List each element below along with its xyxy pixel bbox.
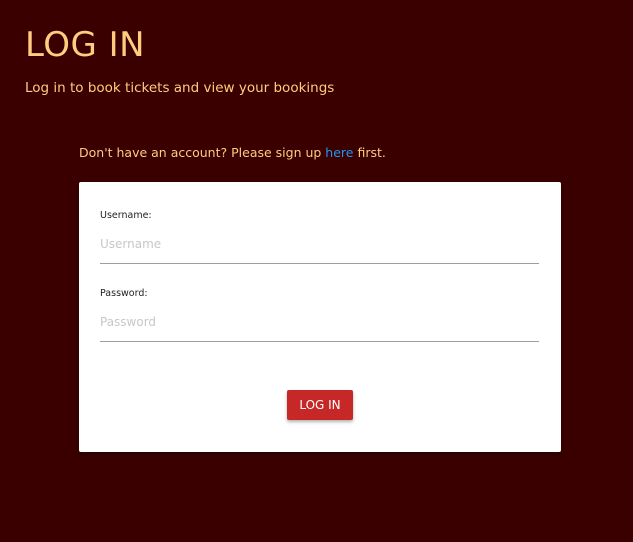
username-input[interactable] <box>100 224 539 264</box>
password-label: Password: <box>100 288 148 299</box>
signup-note: Don't have an account? Please sign up he… <box>79 144 386 162</box>
username-label: Username: <box>100 210 152 221</box>
signup-link[interactable]: here <box>325 145 353 160</box>
username-field-group: Username: <box>100 210 539 264</box>
password-input[interactable] <box>100 302 539 342</box>
password-field-group: Password: <box>100 288 539 342</box>
signup-note-suffix: first. <box>353 145 386 160</box>
page-title: LOG IN <box>25 25 146 65</box>
login-card: Username: Password: LOG IN <box>79 182 561 452</box>
page-subtitle: Log in to book tickets and view your boo… <box>25 80 335 96</box>
login-button[interactable]: LOG IN <box>287 390 353 420</box>
signup-note-prefix: Don't have an account? Please sign up <box>79 145 326 160</box>
